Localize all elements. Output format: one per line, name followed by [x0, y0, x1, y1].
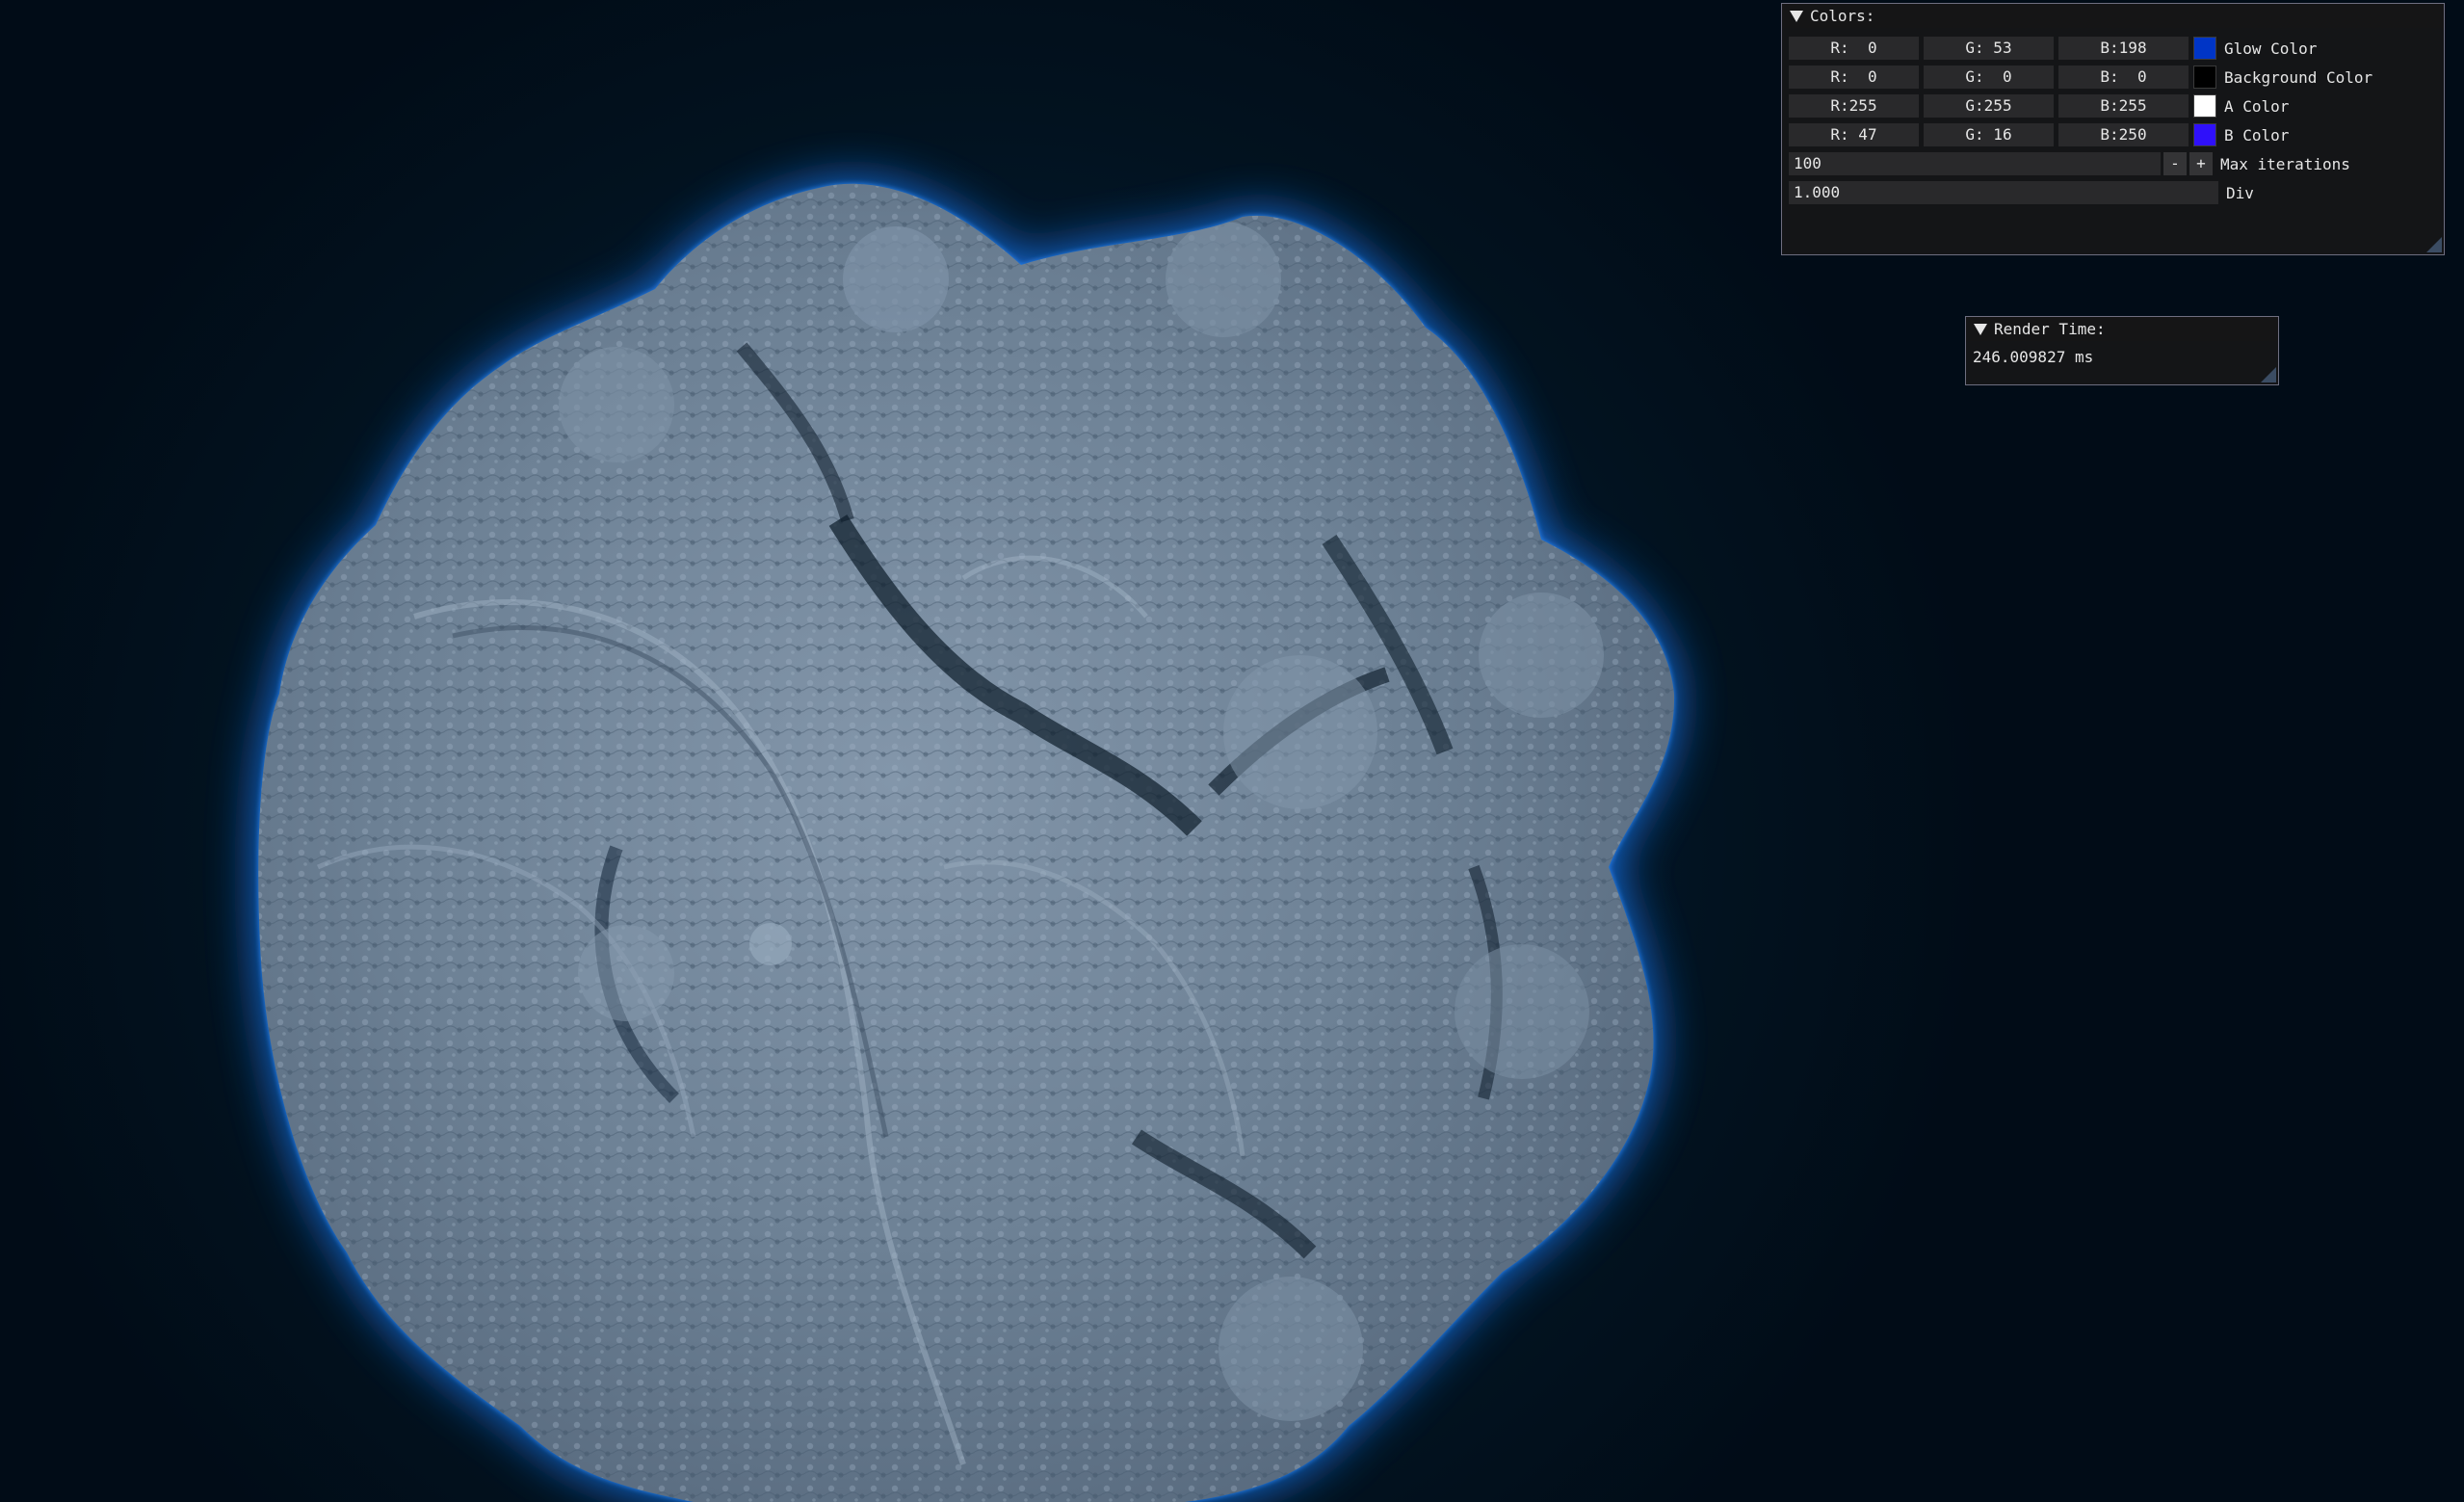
colors-panel-title: Colors:: [1810, 7, 1875, 25]
max-iterations-label: Max iterations: [2220, 154, 2350, 173]
resize-grip-icon[interactable]: [2426, 237, 2442, 252]
background-color-row: R: 0 G: 0 B: 0 Background Color: [1789, 66, 2372, 89]
glow-color-row: R: 0 G: 53 B:198 Glow Color: [1789, 37, 2317, 60]
glow-color-b-field[interactable]: B:198: [2058, 37, 2189, 60]
b-color-swatch[interactable]: [2193, 123, 2216, 146]
colors-panel-header[interactable]: Colors:: [1782, 4, 2444, 28]
div-row: 1.000 Div: [1789, 181, 2254, 204]
glow-color-label: Glow Color: [2224, 39, 2318, 58]
colors-panel[interactable]: Colors: R: 0 G: 53 B:198 Glow Color R: 0…: [1781, 3, 2445, 255]
background-color-r-field[interactable]: R: 0: [1789, 66, 1919, 89]
glow-color-swatch[interactable]: [2193, 37, 2216, 60]
resize-grip-icon[interactable]: [2261, 367, 2276, 382]
background-color-b-field[interactable]: B: 0: [2058, 66, 2189, 89]
a-color-swatch[interactable]: [2193, 94, 2216, 118]
background-color-swatch[interactable]: [2193, 66, 2216, 89]
a-color-g-field[interactable]: G:255: [1924, 94, 2054, 118]
render-time-value: 246.009827 ms: [1973, 348, 2094, 366]
a-color-label: A Color: [2224, 96, 2290, 116]
a-color-row: R:255 G:255 B:255 A Color: [1789, 94, 2289, 118]
glow-color-g-field[interactable]: G: 53: [1924, 37, 2054, 60]
a-color-r-field[interactable]: R:255: [1789, 94, 1919, 118]
glow-color-r-field[interactable]: R: 0: [1789, 37, 1919, 60]
max-iterations-row: 100 - + Max iterations: [1789, 152, 2350, 175]
div-label: Div: [2226, 183, 2254, 202]
render-time-panel-title: Render Time:: [1994, 320, 2106, 338]
a-color-b-field[interactable]: B:255: [2058, 94, 2189, 118]
background-color-g-field[interactable]: G: 0: [1924, 66, 2054, 89]
render-time-panel[interactable]: Render Time: 246.009827 ms: [1965, 316, 2279, 385]
div-input[interactable]: 1.000: [1789, 181, 2218, 204]
background-color-label: Background Color: [2224, 67, 2373, 87]
max-iterations-input[interactable]: 100: [1789, 152, 2161, 175]
max-iterations-increment-button[interactable]: +: [2189, 152, 2213, 175]
b-color-label: B Color: [2224, 125, 2290, 145]
max-iterations-decrement-button[interactable]: -: [2163, 152, 2187, 175]
b-color-row: R: 47 G: 16 B:250 B Color: [1789, 123, 2289, 146]
b-color-b-field[interactable]: B:250: [2058, 123, 2189, 146]
render-viewport[interactable]: Colors: R: 0 G: 53 B:198 Glow Color R: 0…: [0, 0, 2464, 1502]
collapse-triangle-icon[interactable]: [1974, 323, 1987, 335]
b-color-r-field[interactable]: R: 47: [1789, 123, 1919, 146]
collapse-triangle-icon[interactable]: [1790, 10, 1803, 22]
render-time-panel-header[interactable]: Render Time:: [1966, 317, 2278, 341]
b-color-g-field[interactable]: G: 16: [1924, 123, 2054, 146]
